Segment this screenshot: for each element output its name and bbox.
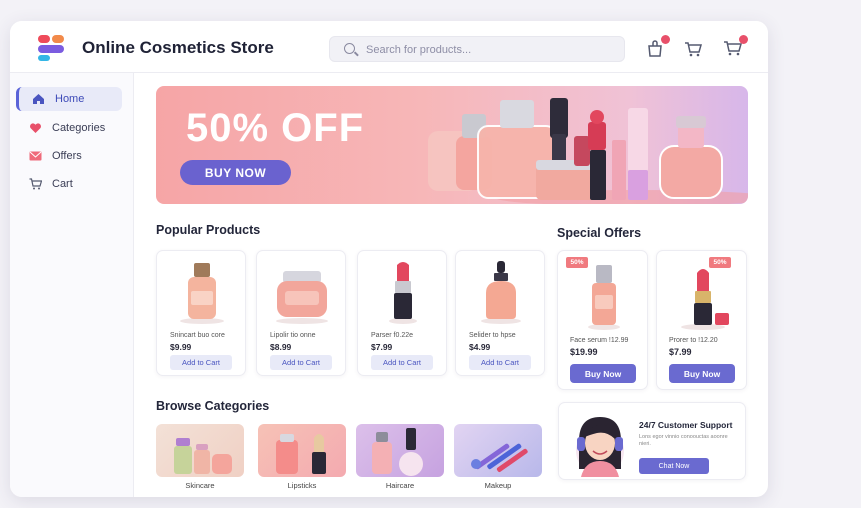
haircare-image: [372, 428, 423, 476]
product-card[interactable]: Lipolir tio onne $8.99 Add to Cart: [256, 250, 346, 376]
sidebar-item-label: Home: [55, 93, 85, 105]
product-price: $4.99: [469, 342, 491, 352]
sidebar-item-home[interactable]: Home: [16, 87, 122, 111]
category-tile-haircare[interactable]: [356, 424, 444, 477]
support-agent-avatar: [576, 417, 624, 477]
mail-icon: [28, 149, 42, 163]
add-to-cart-button[interactable]: Add to Cart: [270, 355, 332, 370]
add-to-cart-button[interactable]: Add to Cart: [469, 355, 531, 370]
serum-dropper-image: [481, 261, 521, 324]
search-bar[interactable]: [329, 36, 625, 62]
special-offers-title: Special Offers: [557, 226, 642, 240]
cart-icon: [28, 177, 42, 191]
add-to-cart-button[interactable]: Add to Cart: [371, 355, 433, 370]
skincare-bottle-image: [180, 263, 224, 324]
category-tile-lipsticks[interactable]: [258, 424, 346, 477]
banner-headline: 50% OFF: [186, 106, 365, 150]
app-window: Online Cosmetics Store Home: [10, 21, 768, 497]
sidebar-item-offers[interactable]: Offers: [16, 144, 122, 168]
header: Online Cosmetics Store: [10, 21, 768, 73]
lipsticks-image: [276, 434, 326, 474]
chat-now-button[interactable]: Chat Now: [639, 458, 709, 474]
category-tile-skincare[interactable]: [156, 424, 244, 477]
buy-now-button[interactable]: Buy Now: [570, 364, 636, 383]
product-name: Selider to hpse: [469, 332, 516, 339]
offer-price: $19.99: [570, 347, 598, 357]
cosmetics-illustration: [428, 98, 748, 204]
browse-categories-title: Browse Categories: [156, 399, 270, 413]
product-name: Lipolir tio onne: [270, 332, 316, 339]
product-card[interactable]: Snincart buo core $9.99 Add to Cart: [156, 250, 246, 376]
category-label: Makeup: [484, 481, 512, 490]
product-name: Parser f0.22e: [371, 332, 414, 339]
category-label: Lipsticks: [287, 481, 317, 490]
category-label: Skincare: [185, 481, 215, 490]
support-text: Lons egor vinnio conoouctas aoonre nieri…: [639, 434, 728, 447]
category-label: Haircare: [385, 481, 415, 490]
sidebar-item-label: Offers: [52, 150, 82, 162]
home-icon: [31, 92, 45, 106]
offer-card[interactable]: 50% Face serum !12.99 $19.99 Buy Now: [557, 250, 648, 390]
logo-icon: [38, 35, 66, 61]
product-name: Snincart buo core: [170, 332, 225, 339]
offer-card[interactable]: 50% Prorer to !12.20 $7.99 Buy Now: [656, 250, 747, 390]
face-serum-image: [588, 265, 620, 330]
bag-icon[interactable]: [644, 35, 670, 59]
product-card[interactable]: Parser f0.22e $7.99 Add to Cart: [357, 250, 447, 376]
lipstick-image: [681, 269, 729, 330]
search-input[interactable]: [366, 41, 616, 59]
support-title: 24/7 Customer Support: [639, 420, 733, 430]
sidebar-item-categories[interactable]: Categories: [16, 116, 122, 140]
promo-banner[interactable]: 50% OFF BUY NOW: [156, 86, 748, 204]
search-icon: [344, 43, 355, 54]
store-title: Online Cosmetics Store: [82, 38, 274, 57]
offer-price: $7.99: [669, 347, 692, 357]
product-price: $8.99: [270, 342, 292, 352]
product-price: $7.99: [371, 342, 393, 352]
sidebar-item-cart[interactable]: Cart: [16, 172, 122, 196]
cart-icon[interactable]: [722, 35, 748, 59]
lipstick-image: [389, 262, 417, 324]
buy-now-button[interactable]: BUY NOW: [180, 160, 291, 185]
offer-name: Face serum !12.99: [570, 337, 629, 344]
skincare-image: [174, 438, 232, 474]
offer-name: Prorer to !12.20: [669, 337, 718, 344]
cream-jar-image: [276, 271, 328, 324]
popular-products-title: Popular Products: [156, 223, 261, 237]
sidebar-item-label: Categories: [52, 122, 106, 134]
makeup-image: [471, 443, 528, 472]
category-tile-makeup[interactable]: [454, 424, 542, 477]
heart-icon: [28, 121, 42, 135]
sidebar: Home Categories Offers Cart: [10, 73, 134, 497]
buy-now-button[interactable]: Buy Now: [669, 364, 735, 383]
basket-icon[interactable]: [682, 37, 706, 59]
sidebar-item-label: Cart: [52, 178, 73, 190]
customer-support-card[interactable]: 24/7 Customer Support Lons egor vinnio c…: [558, 402, 746, 480]
add-to-cart-button[interactable]: Add to Cart: [170, 355, 232, 370]
product-card[interactable]: Selider to hpse $4.99 Add to Cart: [455, 250, 545, 376]
product-price: $9.99: [170, 342, 192, 352]
